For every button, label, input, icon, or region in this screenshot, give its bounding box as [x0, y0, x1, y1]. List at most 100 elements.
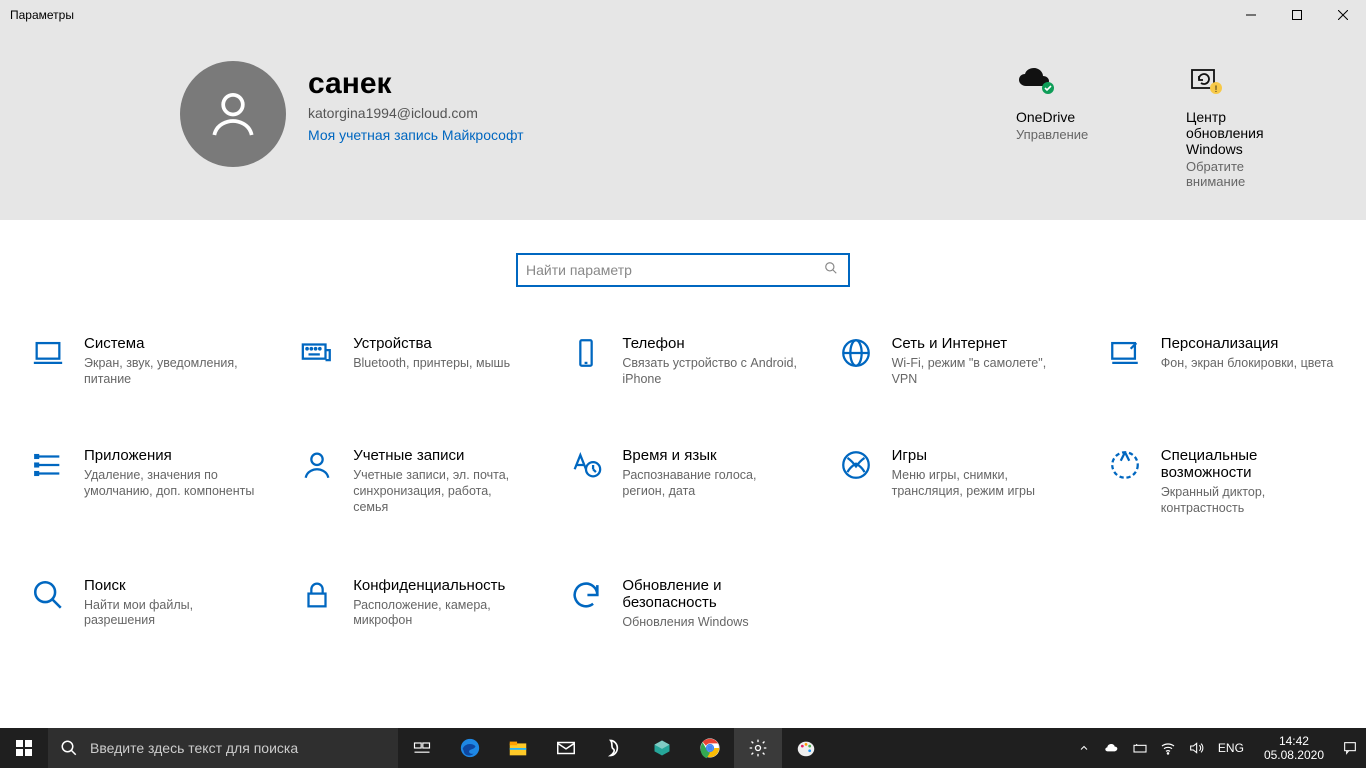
- action-center-icon[interactable]: [1340, 728, 1360, 768]
- category-desc: Экран, звук, уведомления, питание: [84, 356, 259, 387]
- taskbar-search[interactable]: Введите здесь текст для поиска: [48, 728, 398, 768]
- start-button[interactable]: [0, 728, 48, 768]
- maximize-button[interactable]: [1274, 0, 1320, 30]
- language-icon: [568, 447, 604, 483]
- category-gaming[interactable]: Игры Меню игры, снимки, трансляция, режим…: [838, 447, 1067, 516]
- taskbar-time: 14:42: [1264, 734, 1324, 748]
- search-input[interactable]: [526, 262, 824, 278]
- tray-wifi-icon[interactable]: [1158, 728, 1178, 768]
- taskbar: Введите здесь текст для поиска: [0, 728, 1366, 768]
- close-button[interactable]: [1320, 0, 1366, 30]
- search-icon: [60, 739, 78, 757]
- category-desc: Wi-Fi, режим "в самолете", VPN: [892, 356, 1067, 387]
- chrome-icon[interactable]: [686, 728, 734, 768]
- lock-icon: [299, 577, 335, 613]
- category-devices[interactable]: Устройства Bluetooth, принтеры, мышь: [299, 335, 528, 387]
- tray-onedrive-icon[interactable]: [1102, 728, 1122, 768]
- titlebar: Параметры: [0, 0, 1366, 30]
- category-title: Поиск: [84, 577, 259, 594]
- keyboard-icon: [299, 335, 335, 371]
- tray-chevron-up-icon[interactable]: [1074, 728, 1094, 768]
- category-desc: Найти мои файлы, разрешения: [84, 598, 259, 629]
- settings-taskbar-icon[interactable]: [734, 728, 782, 768]
- app-icon-2[interactable]: [638, 728, 686, 768]
- category-title: Обновление и безопасность: [622, 577, 797, 611]
- microsoft-account-link[interactable]: Моя учетная запись Майкрософт: [308, 127, 524, 143]
- category-update-security[interactable]: Обновление и безопасность Обновления Wind…: [568, 577, 797, 631]
- category-desc: Удаление, значения по умолчанию, доп. ко…: [84, 468, 259, 499]
- update-sub: Обратите внимание: [1186, 159, 1306, 189]
- brush-icon: [1107, 335, 1143, 371]
- window-title: Параметры: [10, 8, 74, 22]
- update-icon: !: [1186, 63, 1306, 99]
- category-title: Специальные возможности: [1161, 447, 1336, 481]
- category-desc: Обновления Windows: [622, 615, 797, 631]
- category-search[interactable]: Поиск Найти мои файлы, разрешения: [30, 577, 259, 631]
- category-phone[interactable]: Телефон Связать устройство с Android, iPh…: [568, 335, 797, 387]
- onedrive-sub: Управление: [1016, 127, 1136, 142]
- search-box[interactable]: [516, 253, 850, 287]
- edge-icon[interactable]: [446, 728, 494, 768]
- category-time-language[interactable]: Время и язык Распознавание голоса, регион…: [568, 447, 797, 516]
- profile-email: katorgina1994@icloud.com: [308, 105, 524, 121]
- magnifier-icon: [30, 577, 66, 613]
- taskbar-date: 05.08.2020: [1264, 748, 1324, 762]
- settings-app: санек katorgina1994@icloud.com Моя учетн…: [0, 30, 1366, 728]
- category-accessibility[interactable]: Специальные возможности Экранный диктор, …: [1107, 447, 1336, 516]
- category-desc: Bluetooth, принтеры, мышь: [353, 356, 510, 372]
- category-desc: Фон, экран блокировки, цвета: [1161, 356, 1334, 372]
- category-title: Персонализация: [1161, 335, 1334, 352]
- windows-update-tile[interactable]: ! Центр обновления Windows Обратите вним…: [1186, 63, 1306, 220]
- person-icon: [299, 447, 335, 483]
- category-desc: Меню игры, снимки, трансляция, режим игр…: [892, 468, 1067, 499]
- onedrive-tile[interactable]: OneDrive Управление: [1016, 63, 1136, 220]
- category-desc: Экранный диктор, контрастность: [1161, 485, 1336, 516]
- paint-icon[interactable]: [782, 728, 830, 768]
- accessibility-icon: [1107, 447, 1143, 483]
- app-icon-1[interactable]: [590, 728, 638, 768]
- laptop-icon: [30, 335, 66, 371]
- minimize-button[interactable]: [1228, 0, 1274, 30]
- category-desc: Учетные записи, эл. почта, синхронизация…: [353, 468, 528, 515]
- update-title: Центр обновления Windows: [1186, 109, 1306, 157]
- profile-name: санек: [308, 67, 524, 101]
- tray-input-icon[interactable]: [1130, 728, 1150, 768]
- category-title: Система: [84, 335, 259, 352]
- system-tray: ENG 14:42 05.08.2020: [1068, 728, 1366, 768]
- mail-icon[interactable]: [542, 728, 590, 768]
- category-privacy[interactable]: КонфиденциальностьРасположение, камера, …: [299, 577, 528, 631]
- person-icon: [205, 86, 261, 142]
- category-title: Телефон: [622, 335, 797, 352]
- avatar[interactable]: [180, 61, 286, 167]
- category-personalization[interactable]: Персонализация Фон, экран блокировки, цве…: [1107, 335, 1336, 387]
- category-desc: Связать устройство с Android, iPhone: [622, 356, 797, 387]
- category-network[interactable]: Сеть и ИнтернетWi-Fi, режим "в самолете"…: [838, 335, 1067, 387]
- categories-grid: Система Экран, звук, уведомления, питание…: [0, 287, 1366, 640]
- tray-volume-icon[interactable]: [1186, 728, 1206, 768]
- category-title: Игры: [892, 447, 1067, 464]
- category-title: Устройства: [353, 335, 510, 352]
- search-row: [0, 220, 1366, 287]
- profile-block: санек katorgina1994@icloud.com Моя учетн…: [180, 55, 524, 220]
- taskbar-clock[interactable]: 14:42 05.08.2020: [1256, 734, 1332, 763]
- explorer-icon[interactable]: [494, 728, 542, 768]
- category-apps[interactable]: Приложения Удаление, значения по умолчани…: [30, 447, 259, 516]
- phone-icon: [568, 335, 604, 371]
- category-accounts[interactable]: Учетные записи Учетные записи, эл. почта,…: [299, 447, 528, 516]
- svg-text:!: !: [1215, 84, 1218, 94]
- xbox-icon: [838, 447, 874, 483]
- category-title: Учетные записи: [353, 447, 528, 464]
- task-view-button[interactable]: [398, 728, 446, 768]
- sync-icon: [568, 577, 604, 613]
- globe-icon: [838, 335, 874, 371]
- tray-language[interactable]: ENG: [1214, 741, 1248, 755]
- header: санек katorgina1994@icloud.com Моя учетн…: [0, 30, 1366, 220]
- category-title: Время и язык: [622, 447, 797, 464]
- taskbar-search-placeholder: Введите здесь текст для поиска: [90, 740, 298, 756]
- onedrive-title: OneDrive: [1016, 109, 1136, 125]
- category-title: Приложения: [84, 447, 259, 464]
- search-icon: [824, 261, 840, 280]
- onedrive-icon: [1016, 63, 1136, 99]
- category-desc: Распознавание голоса, регион, дата: [622, 468, 797, 499]
- category-system[interactable]: Система Экран, звук, уведомления, питание: [30, 335, 259, 387]
